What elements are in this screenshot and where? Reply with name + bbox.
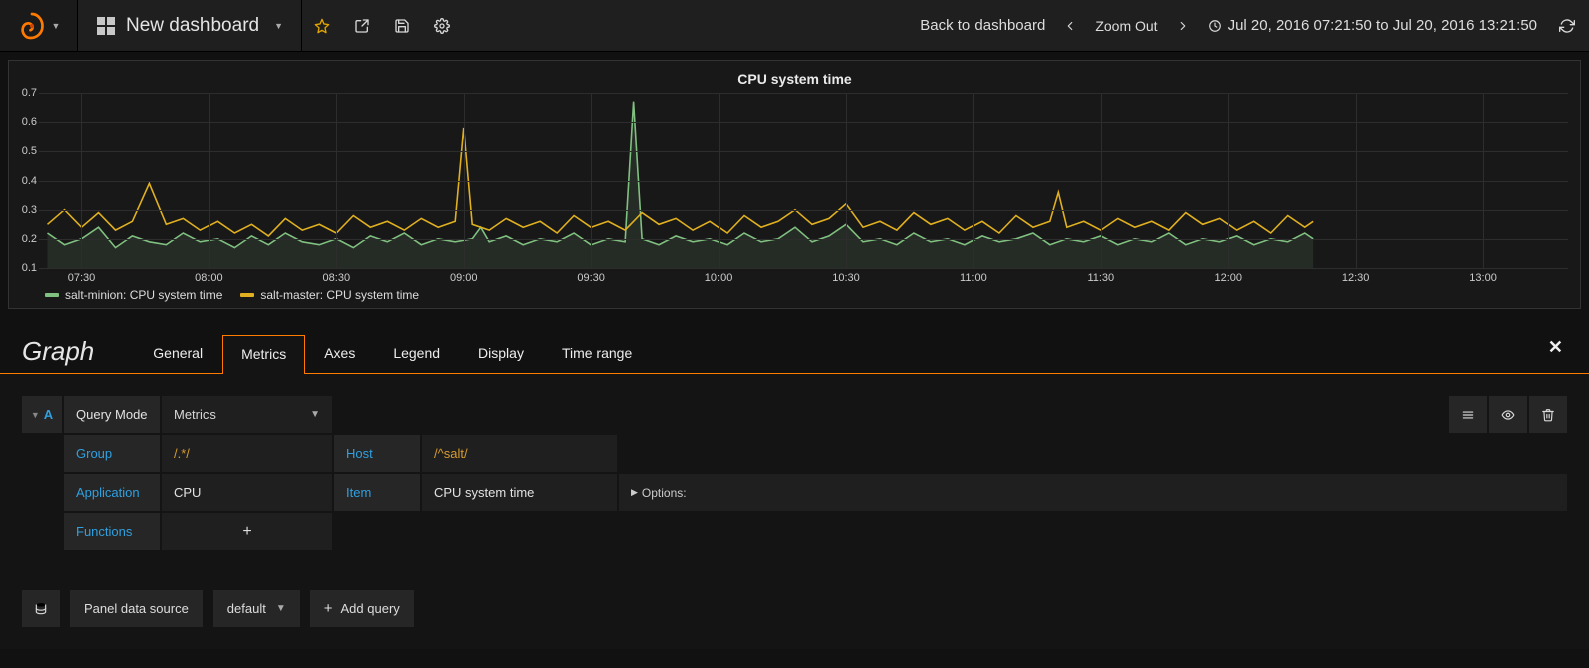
y-axis-tick: 0.4: [17, 175, 37, 187]
dashboard-picker[interactable]: New dashboard ▼: [78, 0, 302, 51]
metrics-tab-content: ▼ A Query Mode Metrics ▼ Group /.*/ Host…: [0, 374, 1589, 649]
chevron-down-icon: ▼: [276, 603, 286, 614]
chevron-down-icon: ▼: [274, 21, 283, 31]
x-axis-tick: 08:00: [195, 272, 223, 284]
y-axis-tick: 0.1: [17, 262, 37, 274]
legend-label: salt-master: CPU system time: [260, 288, 419, 302]
application-label: Application: [64, 474, 160, 511]
time-range-text: Jul 20, 2016 07:21:50 to Jul 20, 2016 13…: [1228, 17, 1537, 34]
host-input[interactable]: /^salt/: [422, 435, 617, 472]
tab-axes[interactable]: Axes: [305, 334, 374, 373]
settings-button[interactable]: [422, 18, 462, 34]
item-label: Item: [334, 474, 420, 511]
time-forward-button[interactable]: [1172, 19, 1194, 33]
query-group-host-row: Group /.*/ Host /^salt/: [22, 435, 1567, 472]
query-drag-handle[interactable]: [1449, 396, 1487, 433]
x-axis-tick: 12:00: [1214, 272, 1242, 284]
top-navbar: ▼ New dashboard ▼ Back to dashboard Zoom…: [0, 0, 1589, 52]
y-axis-tick: 0.6: [17, 116, 37, 128]
plus-icon: +: [324, 600, 333, 617]
dashboard-title-text: New dashboard: [126, 15, 259, 37]
host-label: Host: [334, 435, 420, 472]
query-mode-select[interactable]: Metrics ▼: [162, 396, 332, 433]
panel-type-title: Graph: [22, 336, 94, 373]
group-label: Group: [64, 435, 160, 472]
x-axis-tick: 11:00: [960, 272, 987, 284]
panel-editor: Graph GeneralMetricsAxesLegendDisplayTim…: [0, 327, 1589, 374]
query-visibility-toggle[interactable]: [1489, 396, 1527, 433]
query-toggle[interactable]: ▼ A: [22, 396, 62, 433]
add-function-button[interactable]: +: [162, 513, 332, 550]
nav-icon-group: [302, 0, 462, 51]
chevron-down-icon: ▼: [52, 21, 61, 31]
chart-series-line: [48, 128, 1314, 236]
share-button[interactable]: [342, 18, 382, 34]
refresh-button[interactable]: [1551, 18, 1575, 34]
x-axis-tick: 13:00: [1469, 272, 1497, 284]
dashboard-grid-icon: [96, 16, 116, 36]
chevron-down-icon: ▼: [310, 409, 320, 420]
item-input[interactable]: CPU system time: [422, 474, 617, 511]
legend-item[interactable]: salt-master: CPU system time: [240, 288, 419, 302]
query-app-item-row: Application CPU Item CPU system time ▶Op…: [22, 474, 1567, 511]
datasource-icon: [22, 590, 60, 627]
tab-time-range[interactable]: Time range: [543, 334, 651, 373]
panel-footer: Panel data source default ▼ + Add query: [22, 590, 1567, 627]
x-axis-tick: 08:30: [323, 272, 351, 284]
add-query-button[interactable]: + Add query: [310, 590, 414, 627]
x-axis-tick: 09:30: [577, 272, 605, 284]
close-editor-button[interactable]: ✕: [1548, 337, 1563, 358]
query-delete-button[interactable]: [1529, 396, 1567, 433]
y-axis-tick: 0.2: [17, 233, 37, 245]
chart-series-line: [48, 102, 1314, 248]
save-button[interactable]: [382, 18, 422, 34]
datasource-select[interactable]: default ▼: [213, 590, 300, 627]
group-input[interactable]: /.*/: [162, 435, 332, 472]
legend-swatch: [45, 293, 59, 297]
tab-display[interactable]: Display: [459, 334, 543, 373]
grafana-logo-icon: [17, 11, 47, 41]
application-input[interactable]: CPU: [162, 474, 332, 511]
x-axis-tick: 11:30: [1087, 272, 1114, 284]
chevron-down-icon: ▼: [31, 410, 40, 420]
panel-title[interactable]: CPU system time: [17, 67, 1572, 93]
y-axis-tick: 0.3: [17, 204, 37, 216]
chart-legend: salt-minion: CPU system time salt-master:…: [17, 268, 1572, 304]
star-button[interactable]: [302, 18, 342, 34]
y-axis-tick: 0.5: [17, 145, 37, 157]
nav-right: Back to dashboard Zoom Out Jul 20, 2016 …: [920, 0, 1589, 51]
x-axis-tick: 07:30: [68, 272, 96, 284]
triangle-right-icon: ▶: [631, 487, 638, 498]
functions-label: Functions: [64, 513, 160, 550]
query-letter-label: A: [44, 407, 53, 422]
tab-metrics[interactable]: Metrics: [222, 335, 305, 374]
y-axis-tick: 0.7: [17, 87, 37, 99]
grafana-logo-menu[interactable]: ▼: [0, 0, 78, 51]
clock-icon: [1208, 19, 1222, 33]
x-axis-tick: 12:30: [1342, 272, 1370, 284]
editor-tabs: GeneralMetricsAxesLegendDisplayTime rang…: [134, 327, 651, 373]
legend-item[interactable]: salt-minion: CPU system time: [45, 288, 222, 302]
x-axis-tick: 10:30: [832, 272, 860, 284]
legend-label: salt-minion: CPU system time: [65, 288, 222, 302]
graph-panel: CPU system time 0.10.20.30.40.50.60.707:…: [8, 60, 1581, 309]
x-axis-tick: 09:00: [450, 272, 478, 284]
query-mode-value: Metrics: [174, 407, 216, 422]
datasource-label: Panel data source: [70, 590, 203, 627]
time-back-button[interactable]: [1059, 19, 1081, 33]
tab-legend[interactable]: Legend: [374, 334, 459, 373]
chart-plot-area[interactable]: 0.10.20.30.40.50.60.707:3008:0008:3009:0…: [39, 93, 1568, 268]
legend-swatch: [240, 293, 254, 297]
x-axis-tick: 10:00: [705, 272, 733, 284]
zoom-out-button[interactable]: Zoom Out: [1095, 18, 1157, 34]
time-range-picker[interactable]: Jul 20, 2016 07:21:50 to Jul 20, 2016 13…: [1208, 17, 1537, 34]
back-to-dashboard-link[interactable]: Back to dashboard: [920, 17, 1045, 34]
query-row-header: ▼ A Query Mode Metrics ▼: [22, 396, 1567, 433]
item-options-toggle[interactable]: ▶Options:: [619, 474, 1567, 511]
query-mode-label: Query Mode: [64, 396, 160, 433]
tab-general[interactable]: General: [134, 334, 222, 373]
query-functions-row: Functions +: [22, 513, 1567, 550]
